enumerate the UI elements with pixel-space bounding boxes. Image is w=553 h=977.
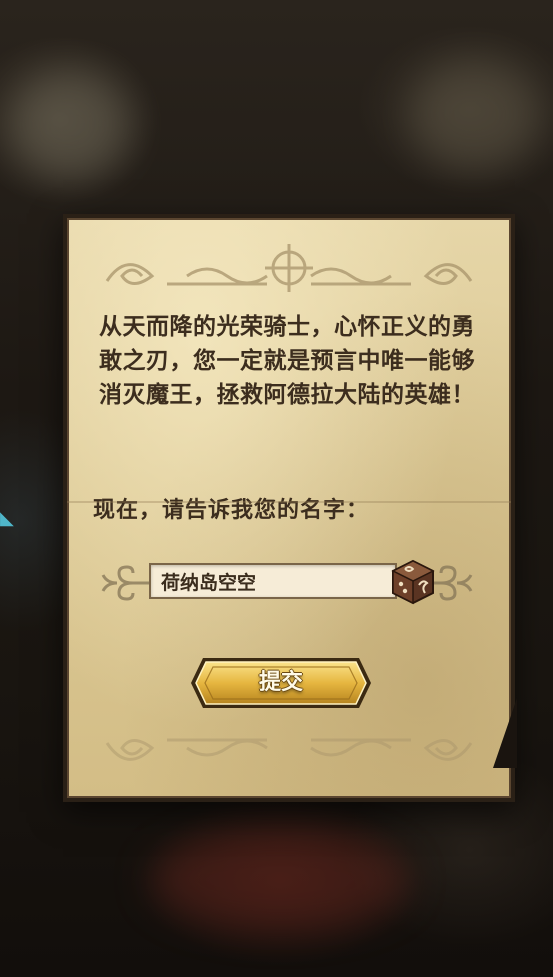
submit-button-frame <box>191 658 371 708</box>
name-entry-row <box>97 558 477 608</box>
name-entry-dialog: 从天而降的光荣骑士，心怀正义的勇敢之刃，您一定就是预言中唯一能够消灭魔王，拯救阿… <box>63 214 517 802</box>
dice-icon <box>391 559 435 605</box>
game-background: ◣ 从天而降的光荣骑士，心怀正义的勇敢之刃，您一定就是预言中唯一能够消灭魔王，拯… <box>0 0 553 977</box>
background-blur <box>410 60 540 170</box>
name-prompt: 现在，请告诉我您的名字： <box>93 498 370 523</box>
ornament-icon <box>105 244 473 292</box>
torn-corner <box>493 698 517 768</box>
background-blur <box>150 830 410 930</box>
swirl-icon <box>101 565 153 601</box>
story-text: 从天而降的光荣骑士，心怀正义的勇敢之刃，您一定就是预言中唯一能够消灭魔王，拯救阿… <box>99 314 475 408</box>
ornament-icon <box>105 738 473 761</box>
name-input[interactable] <box>149 563 397 599</box>
random-name-button[interactable] <box>389 558 437 606</box>
background-blur <box>10 70 130 180</box>
submit-button[interactable]: 提交 <box>189 654 373 712</box>
side-glint-icon: ◣ <box>0 508 14 529</box>
